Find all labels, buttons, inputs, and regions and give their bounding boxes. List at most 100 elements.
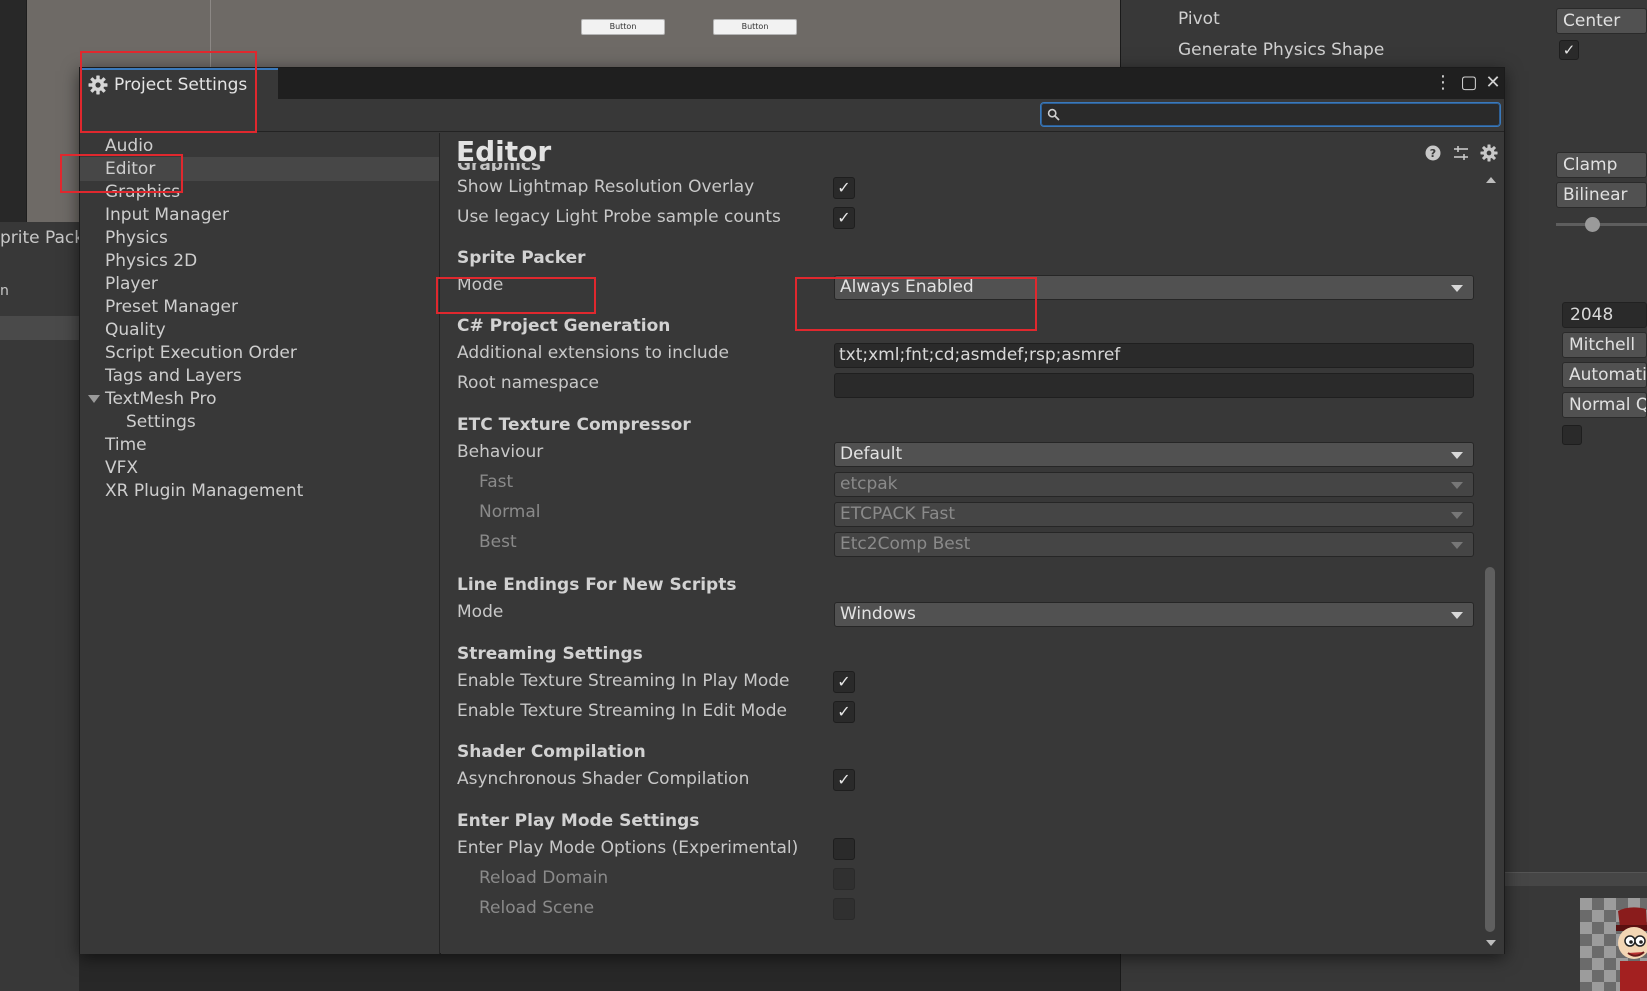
- generate-physics-shape-label: Generate Physics Shape: [1178, 40, 1385, 60]
- settings-gear-icon[interactable]: [1480, 144, 1498, 162]
- etc-behaviour-label: Behaviour: [457, 442, 544, 462]
- sidebar-item-input-manager[interactable]: Input Manager: [80, 203, 439, 227]
- scroll-down-arrow-icon[interactable]: [1486, 940, 1496, 946]
- chevron-down-icon: [1451, 285, 1463, 292]
- sidebar-item-quality[interactable]: Quality: [80, 318, 439, 342]
- max-size-field[interactable]: 2048: [1562, 302, 1647, 328]
- generate-physics-shape-checkbox[interactable]: ✓: [1559, 40, 1579, 60]
- scrollbar-thumb[interactable]: [1485, 567, 1495, 932]
- etc-fast-value: etcpak: [840, 474, 898, 494]
- etc-best-dropdown: Etc2Comp Best: [834, 532, 1474, 557]
- filter-mode-dropdown[interactable]: Bilinear: [1556, 182, 1647, 208]
- settings-toolbar: [80, 99, 1504, 132]
- left-panel-row[interactable]: [0, 316, 79, 340]
- additional-extensions-input[interactable]: txt;xml;fnt;cd;asmdef;rsp;asmref: [834, 343, 1474, 368]
- reload-domain-checkbox: [833, 868, 855, 890]
- pivot-dropdown[interactable]: Center: [1556, 8, 1647, 34]
- enter-play-mode-header: Enter Play Mode Settings: [457, 811, 700, 831]
- sidebar-item-vfx[interactable]: VFX: [80, 456, 439, 480]
- legacy-light-probe-label: Use legacy Light Probe sample counts: [457, 207, 781, 227]
- sprite-packer-header: Sprite Packer: [457, 248, 586, 268]
- svg-text:?: ?: [1430, 147, 1436, 160]
- preview-splitter[interactable]: [1500, 872, 1647, 886]
- etc-best-value: Etc2Comp Best: [840, 534, 971, 554]
- preset-sliders-icon[interactable]: [1452, 144, 1470, 162]
- sidebar-item-time[interactable]: Time: [80, 433, 439, 457]
- async-shader-compilation-checkbox[interactable]: ✓: [833, 769, 855, 791]
- etc-fast-label: Fast: [479, 472, 514, 492]
- sprite-packer-tab-label[interactable]: prite Pack: [0, 228, 84, 248]
- compression-dropdown[interactable]: Normal Q: [1562, 392, 1647, 418]
- csharp-project-generation-header: C# Project Generation: [457, 316, 671, 336]
- sidebar-item-physics-2d[interactable]: Physics 2D: [80, 249, 439, 273]
- texture-streaming-play-label: Enable Texture Streaming In Play Mode: [457, 671, 790, 691]
- close-icon[interactable]: ✕: [1482, 72, 1504, 94]
- scene-button-2[interactable]: Button: [713, 19, 797, 35]
- sidebar-item-physics[interactable]: Physics: [80, 226, 439, 250]
- root-namespace-input[interactable]: [834, 373, 1474, 398]
- lightmap-overlay-checkbox[interactable]: ✓: [833, 177, 855, 199]
- reload-scene-checkbox: [833, 898, 855, 920]
- etc-behaviour-dropdown[interactable]: Default: [834, 442, 1474, 467]
- annotation-box-mode-label: [436, 277, 596, 314]
- etc-normal-value: ETCPACK Fast: [840, 504, 956, 524]
- etc-texture-compressor-header: ETC Texture Compressor: [457, 415, 691, 435]
- sidebar-item-tags-and-layers[interactable]: Tags and Layers: [80, 364, 439, 388]
- aniso-slider-handle[interactable]: [1585, 217, 1600, 232]
- legacy-light-probe-checkbox[interactable]: ✓: [833, 207, 855, 229]
- lightmap-overlay-label: Show Lightmap Resolution Overlay: [457, 177, 755, 197]
- etc-normal-dropdown: ETCPACK Fast: [834, 502, 1474, 527]
- format-dropdown[interactable]: Automatic: [1562, 362, 1647, 388]
- etc-best-label: Best: [479, 532, 517, 552]
- streaming-settings-header: Streaming Settings: [457, 644, 643, 664]
- chevron-down-icon: [1451, 482, 1463, 489]
- reload-scene-label: Reload Scene: [479, 898, 595, 918]
- scroll-up-arrow-icon[interactable]: [1486, 177, 1496, 183]
- annotation-box-window-tab: [80, 51, 257, 133]
- foldout-arrow-icon[interactable]: [88, 395, 100, 403]
- resize-algorithm-dropdown[interactable]: Mitchell: [1562, 332, 1647, 358]
- chevron-down-icon: [1451, 452, 1463, 459]
- chevron-down-icon: [1451, 612, 1463, 619]
- aniso-slider-track[interactable]: [1556, 223, 1647, 226]
- sidebar-item-player[interactable]: Player: [80, 272, 439, 296]
- search-icon: [1047, 108, 1060, 121]
- texture-streaming-edit-checkbox[interactable]: ✓: [833, 701, 855, 723]
- window-titlebar[interactable]: Project Settings ⋮ ▢ ✕: [80, 68, 1504, 99]
- scene-button-1[interactable]: Button: [581, 19, 665, 35]
- crunch-compression-checkbox[interactable]: [1562, 425, 1582, 445]
- enter-play-mode-options-checkbox[interactable]: [833, 838, 855, 860]
- sidebar-item-preset-manager[interactable]: Preset Manager: [80, 295, 439, 319]
- sidebar-item-textmesh-pro-settings[interactable]: Settings: [80, 410, 439, 434]
- line-endings-mode-dropdown[interactable]: Windows: [834, 602, 1474, 627]
- sidebar-item-script-execution-order[interactable]: Script Execution Order: [80, 341, 439, 365]
- annotation-box-editor-item: [60, 154, 183, 193]
- etc-normal-label: Normal: [479, 502, 541, 522]
- async-shader-compilation-label: Asynchronous Shader Compilation: [457, 769, 750, 789]
- help-icon[interactable]: ?: [1424, 144, 1442, 162]
- chevron-down-icon: [1451, 512, 1463, 519]
- settings-search-input[interactable]: [1040, 102, 1501, 127]
- project-settings-window: Project Settings ⋮ ▢ ✕ Audio Editor Grap…: [79, 67, 1505, 954]
- chevron-down-icon: [1451, 542, 1463, 549]
- settings-sidebar: Audio Editor Graphics Input Manager Phys…: [80, 133, 440, 954]
- texture-streaming-play-checkbox[interactable]: ✓: [833, 671, 855, 693]
- etc-behaviour-value: Default: [840, 444, 903, 464]
- vertical-scrollbar[interactable]: [1481, 169, 1499, 954]
- root-namespace-label: Root namespace: [457, 373, 600, 393]
- graphics-section-header-clipped: Graphics: [457, 163, 541, 171]
- additional-extensions-label: Additional extensions to include: [457, 343, 729, 363]
- sidebar-item-textmesh-pro[interactable]: TextMesh Pro: [80, 387, 439, 411]
- more-options-icon[interactable]: ⋮: [1432, 72, 1454, 94]
- wrap-mode-dropdown[interactable]: Clamp: [1556, 152, 1647, 178]
- shader-compilation-header: Shader Compilation: [457, 742, 646, 762]
- character-sprite-icon: [1616, 907, 1647, 991]
- enter-play-mode-options-label: Enter Play Mode Options (Experimental): [457, 838, 799, 858]
- editor-settings-panel: Editor ? Graphics: [441, 133, 1504, 954]
- pivot-label: Pivot: [1178, 9, 1220, 29]
- line-endings-mode-label: Mode: [457, 602, 504, 622]
- left-panel-tab[interactable]: n: [0, 283, 9, 299]
- sidebar-item-xr-plugin-management[interactable]: XR Plugin Management: [80, 479, 439, 503]
- sidebar-item-label: TextMesh Pro: [105, 389, 217, 409]
- maximize-icon[interactable]: ▢: [1458, 72, 1480, 94]
